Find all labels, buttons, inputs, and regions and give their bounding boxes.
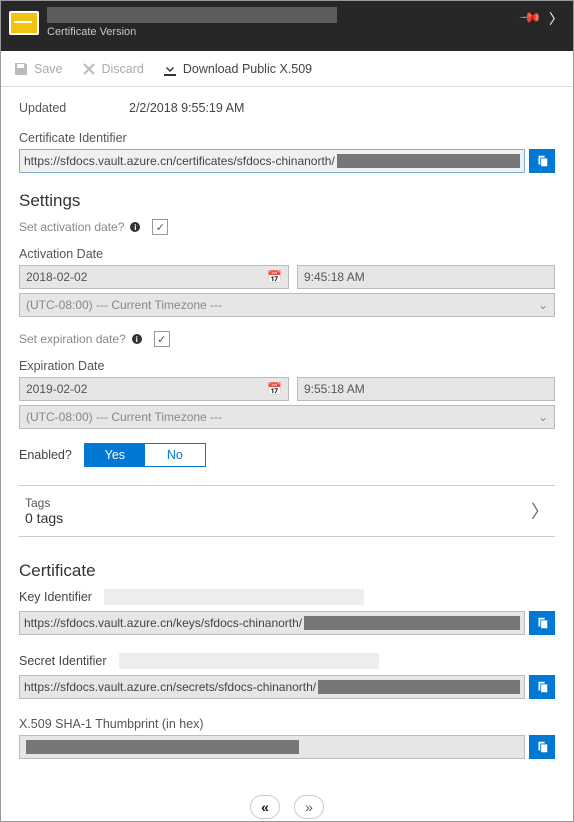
key-id-text: https://sfdocs.vault.azure.cn/keys/sfdoc… (24, 616, 302, 630)
download-label: Download Public X.509 (183, 62, 312, 76)
chevron-right-icon: 〉 (531, 498, 549, 524)
tags-count: 0 tags (25, 510, 63, 526)
secret-id-label-row: Secret Identifier (19, 653, 555, 669)
tags-label: Tags (25, 496, 63, 510)
key-id-label: Key Identifier (19, 590, 92, 604)
info-icon[interactable]: i (132, 334, 142, 344)
discard-label: Discard (102, 62, 144, 76)
key-id-input[interactable]: https://sfdocs.vault.azure.cn/keys/sfdoc… (19, 611, 525, 635)
copy-icon (535, 740, 549, 754)
activation-question-label: Set activation date? (19, 220, 124, 234)
enabled-no-button[interactable]: No (145, 444, 205, 466)
redacted-segment (304, 616, 520, 630)
copy-key-id-button[interactable] (529, 611, 555, 635)
updated-value: 2/2/2018 9:55:19 AM (129, 101, 244, 115)
cert-id-input[interactable]: https://sfdocs.vault.azure.cn/certificat… (19, 149, 525, 173)
copy-icon (535, 154, 549, 168)
thumbprint-label: X.509 SHA-1 Thumbprint (in hex) (19, 717, 555, 731)
updated-row: Updated 2/2/2018 9:55:19 AM (19, 101, 555, 115)
save-label: Save (34, 62, 63, 76)
key-id-label-row: Key Identifier (19, 589, 555, 605)
secret-id-label: Secret Identifier (19, 654, 107, 668)
thumbprint-row (19, 735, 555, 759)
activation-time-value: 9:45:18 AM (304, 270, 365, 284)
save-icon (13, 61, 29, 77)
expiration-timezone-select[interactable]: (UTC-08:00) --- Current Timezone --- ⌄ (19, 405, 555, 429)
ghost-bar (104, 589, 364, 605)
expiration-date-input[interactable]: 2019-02-02 📅 (19, 377, 289, 401)
activation-date-value: 2018-02-02 (26, 270, 87, 284)
settings-heading: Settings (19, 191, 555, 211)
chevron-down-icon: ⌄ (538, 410, 548, 424)
activation-date-label: Activation Date (19, 247, 555, 261)
redacted-segment (337, 154, 520, 168)
pager-prev-button[interactable]: « (250, 795, 280, 819)
expiration-time-value: 9:55:18 AM (304, 382, 365, 396)
enabled-yes-button[interactable]: Yes (85, 444, 145, 466)
expiration-question-label: Set expiration date? (19, 332, 126, 346)
updated-label: Updated (19, 101, 129, 115)
secret-id-input[interactable]: https://sfdocs.vault.azure.cn/secrets/sf… (19, 675, 525, 699)
calendar-icon: 📅 (267, 382, 282, 396)
copy-thumbprint-button[interactable] (529, 735, 555, 759)
enabled-row: Enabled? Yes No (19, 443, 555, 467)
expiration-date-row: 2019-02-02 📅 9:55:18 AM (19, 377, 555, 401)
activation-checkbox[interactable]: ✓ (152, 219, 168, 235)
close-icon (81, 61, 97, 77)
copy-icon (535, 680, 549, 694)
secret-id-text: https://sfdocs.vault.azure.cn/secrets/sf… (24, 680, 316, 694)
copy-icon (535, 616, 549, 630)
tags-row[interactable]: Tags 0 tags 〉 (19, 485, 555, 537)
enabled-toggle[interactable]: Yes No (84, 443, 206, 467)
cert-id-row: https://sfdocs.vault.azure.cn/certificat… (19, 149, 555, 173)
ghost-bar (119, 653, 379, 669)
content: Updated 2/2/2018 9:55:19 AM Certificate … (1, 87, 573, 821)
expiration-time-input[interactable]: 9:55:18 AM (297, 377, 555, 401)
key-id-row: https://sfdocs.vault.azure.cn/keys/sfdoc… (19, 611, 555, 635)
copy-secret-id-button[interactable] (529, 675, 555, 699)
activation-time-input[interactable]: 9:45:18 AM (297, 265, 555, 289)
discard-button[interactable]: Discard (81, 61, 144, 77)
secret-id-row: https://sfdocs.vault.azure.cn/secrets/sf… (19, 675, 555, 699)
download-button[interactable]: Download Public X.509 (162, 61, 312, 77)
activation-date-input[interactable]: 2018-02-02 📅 (19, 265, 289, 289)
certificate-icon (9, 11, 39, 35)
header-subtitle: Certificate Version (47, 26, 565, 38)
activation-tz-value: (UTC-08:00) --- Current Timezone --- (26, 298, 222, 312)
expiration-date-value: 2019-02-02 (26, 382, 87, 396)
expiration-question-row: Set expiration date? i ✓ (19, 331, 555, 347)
expiration-tz-value: (UTC-08:00) --- Current Timezone --- (26, 410, 222, 424)
certificate-heading: Certificate (19, 561, 555, 581)
cert-id-label: Certificate Identifier (19, 131, 555, 145)
chevron-down-icon: ⌄ (538, 298, 548, 312)
redacted-segment (318, 680, 520, 694)
expiration-date-label: Expiration Date (19, 359, 555, 373)
header-title-redacted (47, 7, 337, 23)
expiration-checkbox[interactable]: ✓ (154, 331, 170, 347)
toolbar: Save Discard Download Public X.509 (1, 51, 573, 87)
chevron-right-icon[interactable]: 〉 (549, 9, 563, 29)
cert-id-text: https://sfdocs.vault.azure.cn/certificat… (24, 154, 335, 168)
info-icon[interactable]: i (130, 222, 140, 232)
thumbprint-input[interactable] (19, 735, 525, 759)
calendar-icon: 📅 (267, 270, 282, 284)
activation-date-row: 2018-02-02 📅 9:45:18 AM (19, 265, 555, 289)
blade-header: Certificate Version 📌 〉 (1, 1, 573, 51)
header-title-block: Certificate Version (47, 7, 565, 38)
copy-cert-id-button[interactable] (529, 149, 555, 173)
download-icon (162, 61, 178, 77)
activation-question-row: Set activation date? i ✓ (19, 219, 555, 235)
tags-left: Tags 0 tags (25, 496, 63, 526)
redacted-segment (26, 740, 299, 754)
pager-next-button[interactable]: » (294, 795, 324, 819)
activation-timezone-select[interactable]: (UTC-08:00) --- Current Timezone --- ⌄ (19, 293, 555, 317)
save-button[interactable]: Save (13, 61, 63, 77)
enabled-label: Enabled? (19, 448, 72, 462)
pager-controls: « » (250, 795, 324, 819)
